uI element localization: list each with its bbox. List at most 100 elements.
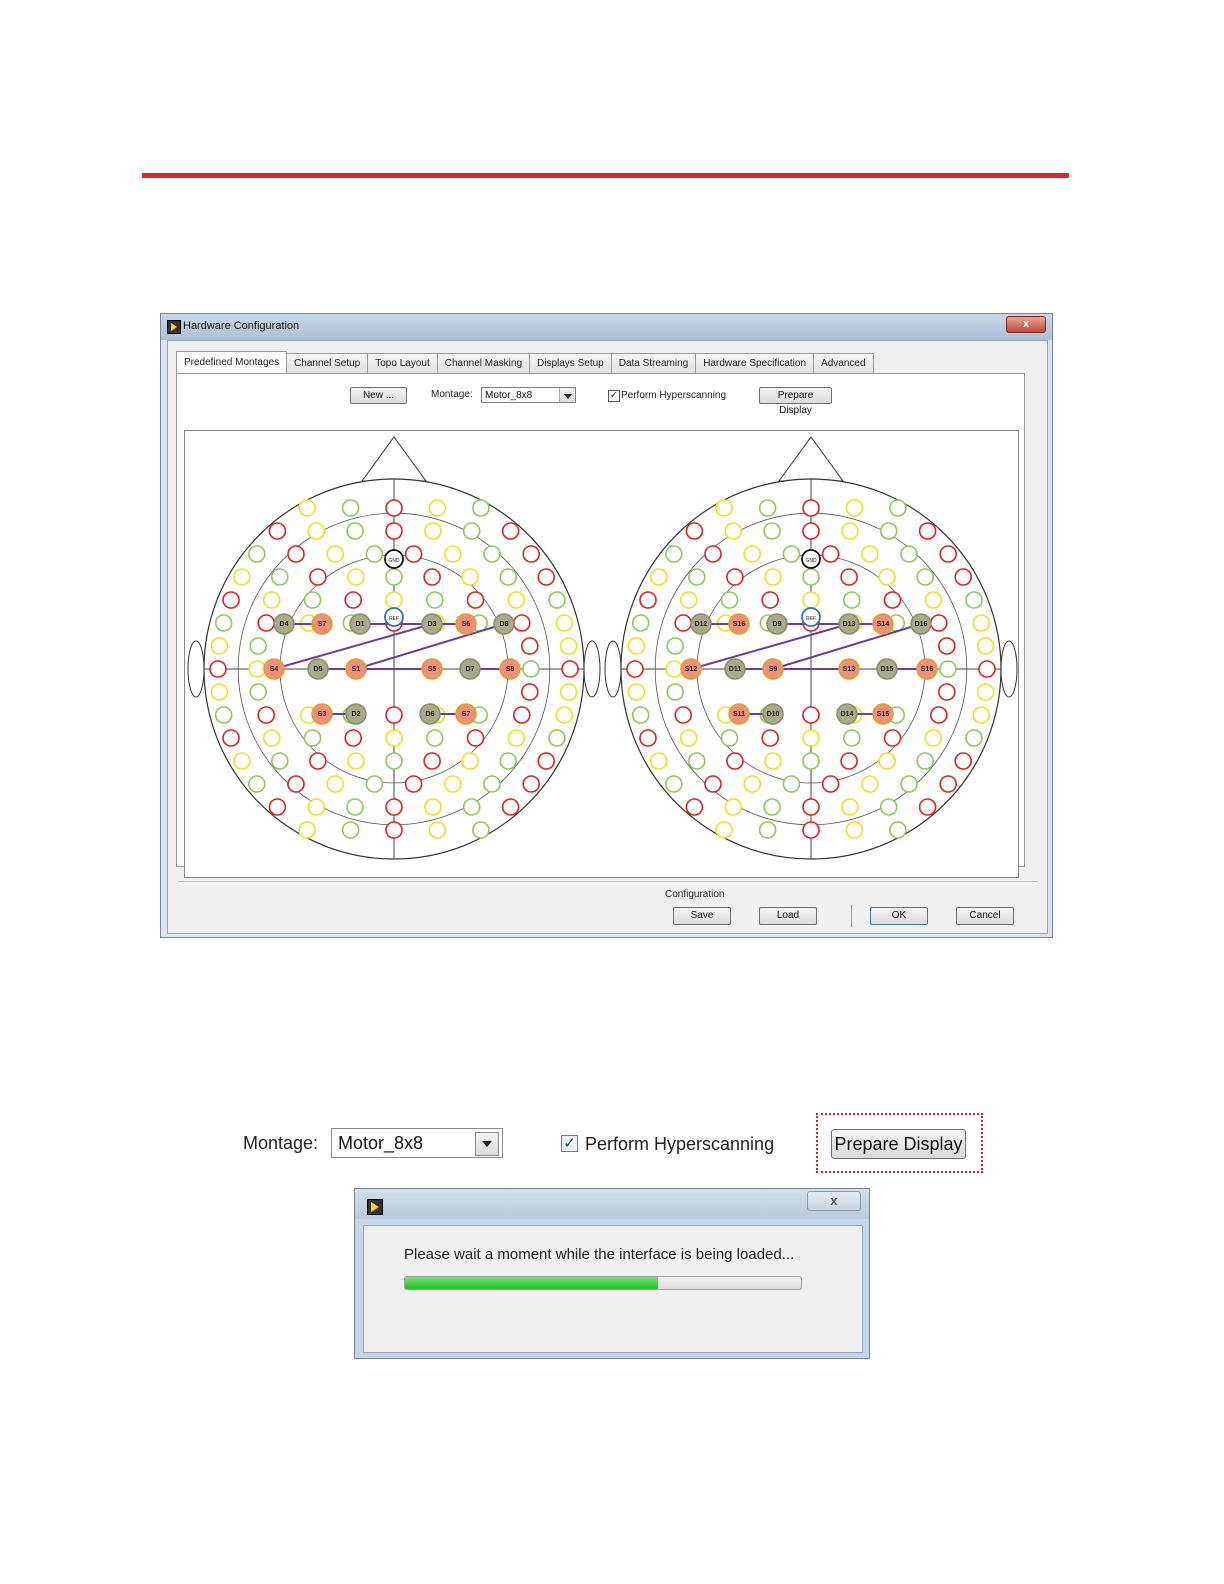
electrode-left-77 [548,729,566,747]
source-label-right-5: S16 [921,666,934,673]
electrode-right-92 [860,775,879,793]
electrode-left-12 [501,522,520,540]
electrode-right-16 [782,545,801,563]
electrode-left-16 [365,545,384,563]
electrode-right-8 [763,522,781,540]
source-label-left-5: S8 [506,666,515,673]
electrode-left-48 [210,637,229,655]
zoom-prepare-display-button[interactable]: Prepare Display [831,1129,966,1159]
prepare-display-button[interactable]: Prepare Display [759,387,832,416]
montage-select[interactable]: Motor_8x8 [481,387,576,403]
header-rule [142,173,1069,178]
source-label-right-3: S9 [769,666,778,673]
electrode-right-9 [802,522,820,540]
save-button[interactable]: Save [673,907,731,925]
electrode-right-58 [937,683,956,701]
detector-label-right-6: D10 [767,711,780,718]
electrode-left-31 [262,591,281,609]
tab-advanced[interactable]: Advanced [813,353,874,373]
detector-label-left-7: D6 [426,711,435,718]
tab-hardware-specification[interactable]: Hardware Specification [695,353,815,373]
electrode-left-23 [309,568,327,586]
electrode-right-103 [758,821,777,839]
electrode-left-98 [385,798,403,816]
tab-channel-masking[interactable]: Channel Masking [436,353,531,373]
ok-button[interactable]: OK [870,907,928,925]
loading-dialog-close-button[interactable]: x [807,1191,861,1211]
gnd-electrode-label-right: GND [805,558,817,564]
electrode-right-83 [840,752,858,770]
new-montage-button[interactable]: New ... [350,387,407,404]
detector-label-right-4: D11 [729,666,742,673]
electrode-right-26 [840,568,858,586]
electrode-right-10 [841,522,859,540]
load-button[interactable]: Load [759,907,817,925]
electrode-left-55 [561,660,579,678]
tab-topo-layout[interactable]: Topo Layout [367,353,438,373]
window-titlebar: Hardware Configuration x [161,314,1052,340]
electrode-left-46 [512,614,531,632]
chevron-down-icon[interactable] [475,1132,499,1156]
cancel-button[interactable]: Cancel [956,907,1014,925]
zoom-hyperscan-label: Perform Hyperscanning [585,1134,775,1154]
electrode-left-7 [307,522,326,540]
ref-electrode-label-right: REF [806,616,816,622]
electrode-right-68 [972,706,991,724]
electrode-right-80 [726,752,744,770]
tab-channel-setup[interactable]: Channel Setup [286,353,369,373]
electrode-right-34 [802,591,820,609]
source-label-left-2: S4 [270,666,279,673]
electrode-left-38 [548,591,566,609]
tab-data-streaming[interactable]: Data Streaming [610,353,697,373]
electrode-left-79 [271,752,289,770]
electrode-right-88 [704,775,722,793]
window-close-button[interactable]: x [1006,316,1046,333]
electrode-right-25 [802,568,820,586]
zoom-montage-select[interactable]: Motor_8x8 [331,1128,503,1158]
detector-label-left-3: D8 [500,621,509,628]
electrode-right-6 [685,522,704,540]
configuration-label: Configuration [665,889,725,900]
electrode-right-104 [802,821,820,839]
electrode-right-78 [649,752,668,770]
gnd-electrode-label-left: GND [388,558,400,564]
electrode-right-31 [679,591,698,609]
electrode-right-94 [939,775,958,793]
electrode-right-96 [724,798,743,816]
hyperscan-checkbox[interactable]: ✓ [608,390,620,402]
electrode-left-15 [326,545,344,563]
montage-topo-svg: REF GND S7 S6 S4 S1 S5 S8 S3 S7 D4 D1 D3 D8 D5 D7 D2 D6 RE… [187,436,1018,860]
electrode-left-1 [298,499,316,517]
ear-right-left [583,640,601,698]
detector-label-left-0: D4 [280,621,289,628]
electrode-left-106 [472,821,490,839]
electrode-left-88 [287,775,305,793]
electrode-left-72 [344,729,362,747]
electrode-left-99 [424,798,442,816]
electrode-left-2 [341,499,360,517]
tab-displays-setup[interactable]: Displays Setup [529,353,612,373]
electrode-right-32 [720,591,739,609]
detector-label-right-5: D15 [881,666,894,673]
detector-label-right-1: D9 [773,621,782,628]
electrode-right-67 [929,706,948,724]
chevron-down-icon[interactable] [559,388,575,402]
electrode-left-26 [423,568,441,586]
source-label-right-7: S15 [877,711,890,718]
electrode-left-102 [298,821,316,839]
electrode-right-106 [889,821,907,839]
electrode-right-12 [918,522,937,540]
tab-predefined-montages[interactable]: Predefined Montages [176,351,288,373]
hyperscan-label: Perform Hyperscanning [621,390,727,401]
electrode-left-78 [232,752,251,770]
electrode-right-11 [879,522,898,540]
electrode-left-97 [346,798,364,816]
loading-progress-bar [404,1276,802,1290]
electrode-left-37 [507,591,526,609]
ear-right-right [1000,640,1018,698]
electrode-left-6 [268,522,287,540]
electrode-left-28 [499,568,518,586]
electrode-left-27 [461,568,479,586]
electrode-right-51 [976,637,995,655]
zoom-hyperscan-checkbox[interactable]: ✓ [561,1135,578,1152]
